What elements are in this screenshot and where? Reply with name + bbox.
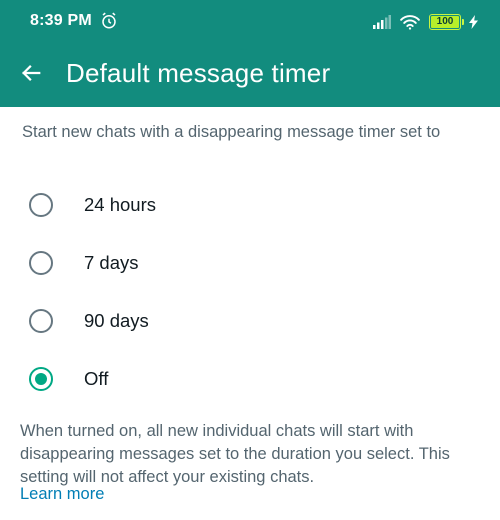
battery-tip: [461, 19, 464, 25]
footer-note: When turned on, all new individual chats…: [20, 422, 450, 486]
battery-icon: 100: [429, 14, 464, 30]
radio-off[interactable]: [29, 367, 53, 391]
option-90-days[interactable]: 90 days: [0, 292, 500, 350]
intro-text: Start new chats with a disappearing mess…: [22, 123, 441, 141]
charging-bolt-icon: [469, 15, 478, 29]
battery-level: 100: [436, 16, 454, 27]
option-label: 90 days: [84, 310, 149, 331]
radio-90-days[interactable]: [29, 309, 53, 333]
option-24-hours[interactable]: 24 hours: [0, 176, 500, 234]
page-title: Default message timer: [66, 58, 331, 88]
wifi-icon: [400, 15, 420, 30]
option-7-days[interactable]: 7 days: [0, 234, 500, 292]
option-label: 7 days: [84, 252, 139, 273]
app-bar: 8:39 PM 100 Default message timer: [0, 0, 500, 107]
timer-options: 24 hours 7 days 90 days Off: [0, 176, 500, 408]
back-arrow-icon: [22, 65, 41, 81]
radio-7-days[interactable]: [29, 251, 53, 275]
option-label: 24 hours: [84, 194, 156, 215]
back-button[interactable]: [14, 56, 48, 90]
signal-icon: [373, 15, 391, 29]
radio-24-hours[interactable]: [29, 193, 53, 217]
learn-more-link[interactable]: Learn more: [20, 484, 104, 504]
status-time: 8:39 PM: [30, 12, 92, 29]
status-icons: 100: [373, 12, 478, 32]
option-label: Off: [84, 368, 109, 389]
option-off[interactable]: Off: [0, 350, 500, 408]
status-bar: 8:39 PM 100: [0, 0, 500, 44]
alarm-icon: [102, 12, 116, 29]
